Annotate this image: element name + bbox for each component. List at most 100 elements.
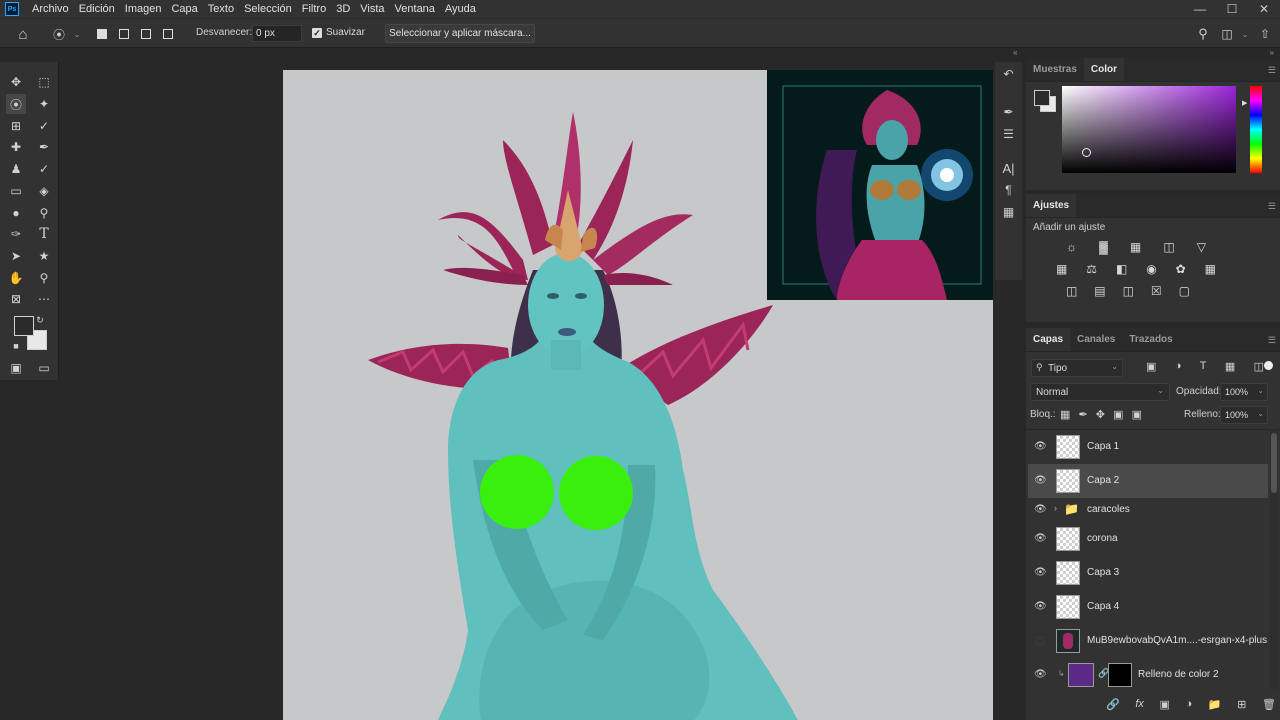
add-selection-icon[interactable] [115, 25, 133, 43]
new-adjustment-icon[interactable]: ◑ [1186, 698, 1193, 711]
paint-bucket-icon[interactable]: ◈ [34, 181, 54, 201]
eye-icon[interactable]: 👁 [1034, 601, 1047, 613]
menu-3d[interactable]: 3D [331, 0, 355, 18]
color-picker-cursor[interactable] [1082, 148, 1091, 157]
new-selection-icon[interactable] [93, 25, 111, 43]
lock-transparent-icon[interactable]: ▦ [1060, 408, 1070, 421]
feather-input[interactable]: 0 px [252, 25, 302, 42]
default-colors-icon[interactable]: ■ [10, 340, 22, 352]
type-tool-icon[interactable]: T [34, 224, 54, 244]
search-icon[interactable]: ⚲ [1194, 25, 1212, 43]
marquee-tool-icon[interactable]: ⬚ [34, 72, 54, 92]
brush-settings-icon[interactable]: ✒ [995, 102, 1022, 122]
tab-ajustes[interactable]: Ajustes [1026, 194, 1077, 217]
glyphs-panel-icon[interactable]: ▦ [995, 202, 1022, 222]
select-and-mask-button[interactable]: Seleccionar y aplicar máscara... [385, 24, 535, 43]
healing-brush-icon[interactable]: ✚ [6, 137, 26, 157]
quick-select-tool-icon[interactable]: ✦ [34, 94, 54, 114]
filter-shape-icon[interactable]: ▦ [1225, 360, 1235, 373]
history-brush-icon[interactable]: ✓ [34, 159, 54, 179]
tab-canales[interactable]: Canales [1070, 328, 1122, 351]
home-icon[interactable]: ⌂ [14, 25, 32, 43]
panel-menu-icon[interactable]: ☰ [1268, 335, 1276, 346]
curves-icon[interactable]: ▦ [1130, 240, 1141, 254]
clone-stamp-icon[interactable]: ♟ [6, 159, 26, 179]
path-select-icon[interactable]: ➤ [6, 246, 26, 266]
brush-tool-icon[interactable]: ✒ [34, 137, 54, 157]
menu-ventana[interactable]: Ventana [390, 0, 440, 18]
invert-icon[interactable]: ◫ [1066, 284, 1077, 298]
eye-icon[interactable]: 👁 [1034, 669, 1047, 681]
history-panel-icon[interactable]: ↶ [995, 64, 1022, 84]
collapse-panels-icon[interactable]: « [1013, 48, 1017, 57]
menu-capa[interactable]: Capa [166, 0, 202, 18]
levels-icon[interactable]: ▓ [1099, 240, 1108, 254]
fx-icon[interactable]: fx [1135, 698, 1144, 711]
exposure-icon[interactable]: ◫ [1163, 240, 1174, 254]
brightness-icon[interactable]: ☼ [1066, 240, 1077, 254]
chevron-right-icon[interactable]: › [1054, 503, 1057, 513]
move-tool-icon[interactable]: ✥ [6, 72, 26, 92]
menu-archivo[interactable]: Archivo [27, 0, 74, 18]
menu-imagen[interactable]: Imagen [120, 0, 167, 18]
screen-mode-icon[interactable]: ▭ [34, 358, 54, 378]
menu-seleccion[interactable]: Selección [239, 0, 297, 18]
black-white-icon[interactable]: ◧ [1116, 262, 1127, 276]
add-mask-icon[interactable]: ▣ [1160, 698, 1170, 711]
custom-shape-icon[interactable]: ★ [34, 246, 54, 266]
fill-input[interactable]: 100% ⌄ [1220, 406, 1268, 424]
tab-muestras[interactable]: Muestras [1026, 58, 1084, 81]
menu-texto[interactable]: Texto [203, 0, 239, 18]
layer-row[interactable]: 👁 Capa 3 [1028, 556, 1268, 590]
document-canvas[interactable] [283, 70, 993, 720]
selective-color-icon[interactable]: ☒ [1151, 284, 1162, 298]
lock-pixels-icon[interactable]: ✒ [1078, 408, 1087, 421]
lasso-tool-icon[interactable]: ⦿ [6, 94, 26, 114]
layer-filter-select[interactable]: ⚲ Tipo ⌄ [1031, 359, 1123, 377]
eye-icon[interactable]: 👁 [1034, 441, 1047, 453]
workspace-icon[interactable]: ◫ [1218, 25, 1236, 43]
dodge-tool-icon[interactable]: ⚲ [34, 203, 54, 223]
eye-icon[interactable]: 👁 [1034, 475, 1047, 487]
trash-icon[interactable]: 🗑 [1262, 698, 1276, 711]
canvas-area[interactable] [60, 48, 993, 720]
filter-pixel-icon[interactable]: ▣ [1146, 360, 1156, 373]
swap-colors-icon[interactable]: ↻ [34, 314, 46, 326]
blur-tool-icon[interactable]: ● [6, 203, 26, 223]
posterize-icon[interactable]: ▤ [1094, 284, 1105, 298]
lock-all-icon[interactable]: ▣ [1132, 408, 1142, 421]
opacity-input[interactable]: 100% ⌄ [1220, 383, 1268, 401]
menu-ayuda[interactable]: Ayuda [440, 0, 481, 18]
share-icon[interactable]: ⇧ [1256, 25, 1274, 43]
lock-artboard-icon[interactable]: ▣ [1113, 408, 1123, 421]
close-icon[interactable]: ✕ [1248, 0, 1280, 18]
properties-icon[interactable]: ☰ [995, 124, 1022, 144]
color-field[interactable] [1062, 86, 1236, 173]
foreground-color-swatch[interactable] [1034, 90, 1050, 106]
layer-row[interactable]: 👁 Capa 2 [1028, 464, 1268, 498]
menu-edicion[interactable]: Edición [74, 0, 120, 18]
chevron-down-icon[interactable]: ⌄ [68, 25, 86, 43]
vibrance-icon[interactable]: ▽ [1197, 240, 1206, 254]
layer-row[interactable]: 👁 Capa 4 [1028, 590, 1268, 624]
collapse-panels-icon[interactable]: » [1270, 48, 1274, 57]
crop-tool-icon[interactable]: ⊞ [6, 116, 26, 136]
filter-toggle[interactable] [1264, 361, 1273, 370]
frame-tool-icon[interactable]: ⊠ [6, 289, 26, 309]
lasso-preset-icon[interactable]: ⦿ [50, 25, 68, 43]
maximize-icon[interactable]: ☐ [1216, 0, 1248, 18]
pen-tool-icon[interactable]: ✑ [6, 224, 26, 244]
hand-tool-icon[interactable]: ✋ [6, 268, 26, 288]
more-tools-icon[interactable]: ⋯ [34, 289, 54, 309]
quick-mask-icon[interactable]: ▣ [6, 358, 26, 378]
zoom-tool-icon[interactable]: ⚲ [34, 268, 54, 288]
layer-row[interactable]: 👁 Capa 1 [1028, 430, 1268, 464]
antialias-checkbox[interactable]: ✓ [312, 28, 322, 38]
minimize-icon[interactable]: — [1184, 0, 1216, 18]
panel-menu-icon[interactable]: ☰ [1268, 65, 1276, 76]
subtract-selection-icon[interactable] [137, 25, 155, 43]
color-lookup-icon[interactable]: ▦ [1205, 262, 1216, 276]
menu-vista[interactable]: Vista [355, 0, 389, 18]
filter-type-icon[interactable]: T [1200, 360, 1207, 373]
lock-position-icon[interactable]: ✥ [1096, 408, 1105, 421]
